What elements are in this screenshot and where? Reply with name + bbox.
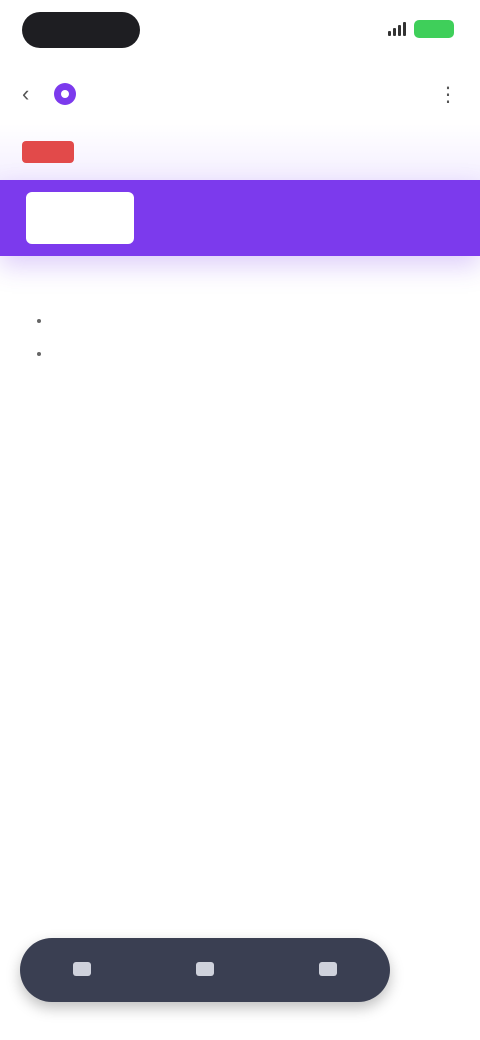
list-item — [52, 308, 458, 333]
status-indicators — [388, 20, 454, 38]
site-logo[interactable] — [22, 141, 74, 163]
status-time — [22, 12, 140, 48]
hero-banner — [0, 180, 480, 256]
article-content — [0, 256, 480, 366]
banner-chip[interactable] — [26, 192, 134, 244]
chevron-left-icon[interactable]: ‹ — [22, 81, 42, 107]
nav-icon — [195, 961, 214, 976]
bottom-nav-bar — [20, 938, 390, 1002]
bottom-nav-button-3[interactable] — [288, 961, 368, 979]
logo-mark — [22, 141, 74, 163]
bottom-nav-button-2[interactable] — [165, 961, 245, 979]
browser-url-bar: ‹ ⋮ — [0, 64, 480, 124]
signal-icon — [388, 22, 406, 36]
site-favicon-icon — [54, 83, 76, 105]
article-bullet-list — [52, 308, 458, 366]
battery-icon — [414, 20, 454, 38]
bottom-nav-button-1[interactable] — [42, 961, 122, 979]
status-bar — [0, 0, 480, 64]
kebab-menu-icon[interactable]: ⋮ — [438, 82, 458, 107]
nav-icon — [72, 961, 91, 976]
nav-icon — [319, 961, 338, 976]
site-header — [0, 124, 480, 180]
list-item — [52, 341, 458, 366]
